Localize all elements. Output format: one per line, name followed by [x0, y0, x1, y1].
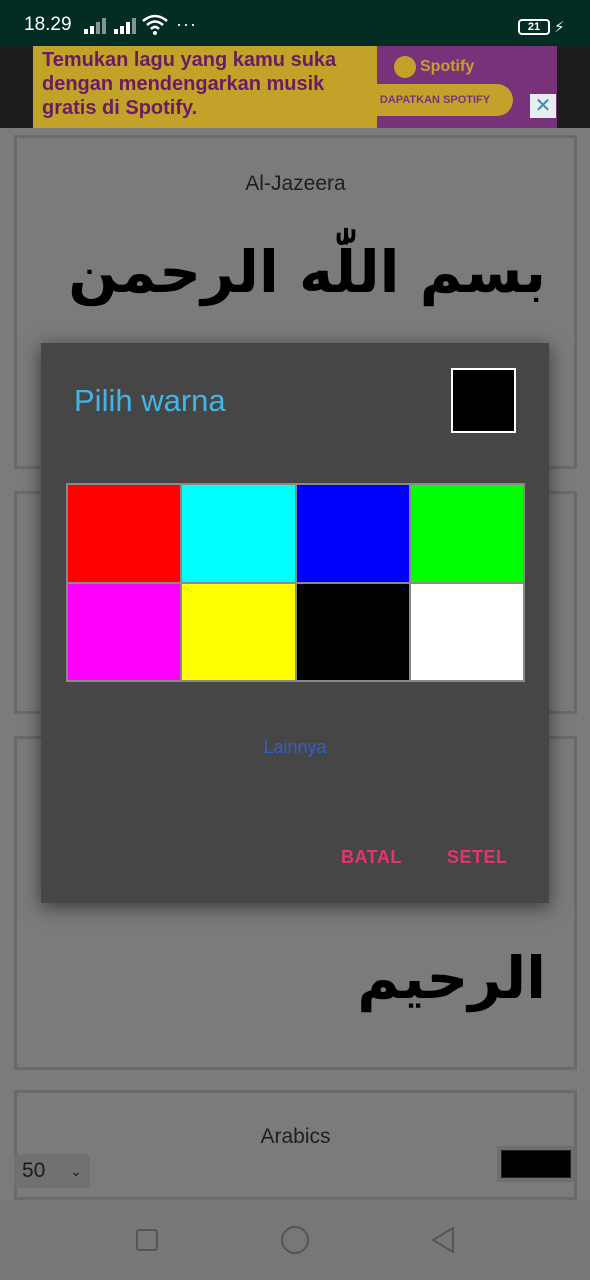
status-bar: 18.29 ··· 21 ⚡	[0, 0, 590, 46]
color-swatch-red[interactable]	[67, 484, 182, 583]
status-time: 18.29	[24, 14, 72, 35]
font-size-select[interactable]: 50 ⌄	[14, 1154, 90, 1188]
arabic-sample-text: الرحيم	[357, 944, 546, 1012]
set-button[interactable]: SETEL	[447, 847, 508, 868]
color-swatch-green[interactable]	[409, 484, 524, 583]
spotify-logo: Spotify	[394, 54, 474, 80]
back-button-icon[interactable]	[430, 1226, 456, 1254]
font-size-value: 50	[22, 1159, 46, 1182]
battery-icon: 21	[518, 19, 550, 35]
font-name: Al-Jazeera	[245, 172, 346, 195]
spotify-logo-icon	[394, 56, 416, 78]
more-notifications-icon: ···	[176, 14, 197, 34]
color-swatch-blue[interactable]	[295, 484, 410, 583]
wifi-icon	[142, 14, 168, 35]
color-swatch-black[interactable]	[295, 582, 410, 681]
signal-icon	[84, 18, 108, 34]
chevron-down-icon: ⌄	[70, 1163, 82, 1179]
recents-button-icon[interactable]	[136, 1229, 158, 1251]
color-swatch-white[interactable]	[409, 582, 524, 681]
home-button-icon[interactable]	[281, 1226, 309, 1254]
ad-text: Temukan lagu yang kamu suka dengan mende…	[42, 49, 337, 119]
ad-banner[interactable]: Temukan lagu yang kamu suka dengan mende…	[0, 46, 590, 128]
ad-close-icon[interactable]: ✕	[530, 94, 556, 118]
text-color-button[interactable]	[497, 1146, 575, 1182]
font-name: Arabics	[260, 1125, 331, 1148]
navigation-bar	[0, 1200, 590, 1280]
color-swatch-magenta[interactable]	[67, 582, 182, 681]
color-grid	[66, 483, 525, 682]
dialog-title: Pilih warna	[74, 383, 226, 418]
color-swatch-yellow[interactable]	[181, 582, 296, 681]
ad-brand: Spotify	[420, 58, 475, 75]
selected-color-preview	[451, 368, 516, 433]
arabic-sample-text: بسم اللّٰه الرحمن	[68, 238, 546, 306]
charging-icon: ⚡	[554, 19, 565, 36]
signal-icon-2	[114, 18, 138, 34]
color-swatch-cyan[interactable]	[181, 484, 296, 583]
text-color-swatch	[501, 1150, 571, 1178]
color-picker-dialog: Pilih warna Lainnya BATAL SETEL	[41, 343, 549, 903]
ad-cta-button[interactable]: DAPATKAN SPOTIFY	[357, 84, 513, 116]
font-card-arabics[interactable]: Arabics	[14, 1090, 577, 1200]
cancel-button[interactable]: BATAL	[341, 847, 402, 868]
more-colors-link[interactable]: Lainnya	[41, 737, 549, 758]
